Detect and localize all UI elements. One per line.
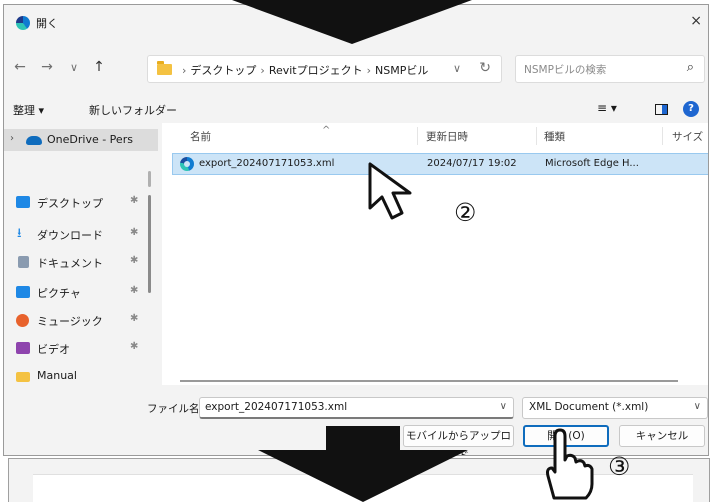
window-title: 開く bbox=[36, 17, 58, 30]
filetype-select[interactable]: XML Document (*.xml) ∨ bbox=[522, 397, 708, 419]
sidebar-item-label: デスクトップ bbox=[37, 197, 103, 210]
chevron-right-icon[interactable]: › bbox=[10, 133, 14, 144]
sort-ascending-icon: ^ bbox=[322, 125, 331, 136]
column-divider[interactable] bbox=[417, 127, 418, 145]
sidebar-item-label: OneDrive - Pers bbox=[47, 133, 133, 146]
pin-icon: ✱ bbox=[130, 195, 139, 206]
open-file-dialog: 開く × ← → ∨ ↑ › デスクトップ › Revitプロジェクト › NSMPビル … bbox=[3, 4, 709, 456]
pin-icon: ✱ bbox=[130, 227, 139, 238]
download-icon: ⭳ bbox=[17, 226, 22, 241]
breadcrumb: › デスクトップ › Revitプロジェクト › NSMPビル bbox=[178, 62, 428, 78]
sidebar-item-label: ビデオ bbox=[37, 343, 70, 356]
horizontal-scrollbar[interactable] bbox=[180, 380, 678, 382]
picture-icon bbox=[16, 286, 30, 298]
search-input[interactable]: NSMPビルの検索 ⌕ bbox=[515, 55, 705, 83]
column-header-name[interactable]: 名前 ^ bbox=[190, 125, 330, 144]
table-row[interactable]: export_202407171053.xml 2024/07/17 19:02… bbox=[172, 153, 708, 175]
chevron-down-icon[interactable]: ∨ bbox=[453, 62, 461, 75]
organize-button[interactable]: 整理 ▾ bbox=[13, 102, 44, 118]
filename-value: export_202407171053.xml bbox=[205, 401, 348, 413]
close-icon[interactable]: × bbox=[690, 13, 702, 29]
step-marker: ② bbox=[454, 198, 477, 227]
sidebar-item-label: ダウンロード bbox=[37, 229, 103, 242]
chevron-down-icon[interactable]: ∨ bbox=[500, 401, 507, 412]
edge-app-icon bbox=[16, 16, 30, 30]
sidebar-item-desktop[interactable]: デスクトップ ✱ bbox=[4, 191, 158, 213]
sidebar-item-videos[interactable]: ビデオ ✱ bbox=[4, 337, 158, 359]
sidebar-item-onedrive[interactable]: › OneDrive - Pers bbox=[4, 129, 158, 151]
sidebar-scrollbar-top[interactable] bbox=[148, 171, 151, 187]
address-bar[interactable]: › デスクトップ › Revitプロジェクト › NSMPビル ∨ ↻ bbox=[147, 55, 502, 83]
column-divider[interactable] bbox=[662, 127, 663, 145]
navigation-pane: › OneDrive - Pers デスクトップ ✱ ⭳ ダウンロード ✱ ドキ… bbox=[4, 125, 158, 383]
up-arrow-icon[interactable]: ↑ bbox=[89, 59, 109, 75]
sidebar-item-documents[interactable]: ドキュメント ✱ bbox=[4, 251, 158, 273]
onedrive-cloud-icon bbox=[26, 136, 42, 145]
breadcrumb-nsmp-building[interactable]: NSMPビル bbox=[375, 64, 428, 77]
column-header-size[interactable]: サイズ bbox=[672, 129, 703, 144]
sidebar-item-downloads[interactable]: ⭳ ダウンロード ✱ bbox=[4, 223, 158, 245]
preview-pane-icon[interactable] bbox=[655, 104, 668, 115]
step-down-arrow-icon bbox=[258, 426, 468, 502]
pin-icon: ✱ bbox=[130, 313, 139, 324]
refresh-icon[interactable]: ↻ bbox=[479, 60, 491, 76]
pin-icon: ✱ bbox=[130, 255, 139, 266]
file-list: 名前 ^ 更新日時 種類 サイズ export_202407171053.xml … bbox=[162, 123, 708, 385]
pin-icon: ✱ bbox=[130, 285, 139, 296]
sidebar-scrollbar[interactable] bbox=[148, 195, 151, 293]
breadcrumb-revit-project[interactable]: Revitプロジェクト bbox=[269, 64, 363, 77]
hand-pointer-icon bbox=[546, 428, 594, 500]
breadcrumb-separator: › bbox=[260, 64, 265, 77]
navigation-bar: ← → ∨ ↑ › デスクトップ › Revitプロジェクト › NSMPビル ∨ ↻ N… bbox=[4, 51, 708, 87]
search-icon[interactable]: ⌕ bbox=[687, 60, 694, 75]
video-icon bbox=[16, 342, 30, 354]
filename-field[interactable]: export_202407171053.xml ∨ bbox=[199, 397, 514, 419]
help-icon[interactable]: ? bbox=[683, 101, 699, 117]
new-folder-button[interactable]: 新しいフォルダー bbox=[89, 102, 177, 118]
document-icon bbox=[18, 256, 29, 268]
back-arrow-icon[interactable]: ← bbox=[10, 59, 30, 75]
column-header-type[interactable]: 種類 bbox=[544, 129, 565, 144]
filetype-value: XML Document (*.xml) bbox=[529, 401, 649, 413]
sidebar-item-pictures[interactable]: ピクチャ ✱ bbox=[4, 281, 158, 303]
breadcrumb-separator: › bbox=[182, 64, 187, 77]
pin-icon: ✱ bbox=[130, 341, 139, 352]
column-header-modified[interactable]: 更新日時 bbox=[426, 129, 468, 144]
sidebar-item-label: ドキュメント bbox=[37, 257, 103, 270]
breadcrumb-separator: › bbox=[366, 64, 372, 77]
sidebar-item-manual[interactable]: Manual bbox=[4, 365, 158, 383]
sidebar-item-label: ピクチャ bbox=[37, 287, 81, 300]
column-divider[interactable] bbox=[536, 127, 537, 145]
step-down-arrow-icon bbox=[232, 0, 472, 44]
chevron-down-icon[interactable]: ∨ bbox=[694, 401, 701, 412]
file-type: Microsoft Edge H... bbox=[545, 158, 639, 169]
search-placeholder: NSMPビルの検索 bbox=[524, 64, 607, 76]
command-bar: 整理 ▾ 新しいフォルダー ≡ ▾ ? bbox=[4, 97, 708, 123]
sidebar-item-label: ミュージック bbox=[37, 315, 103, 328]
forward-arrow-icon[interactable]: → bbox=[37, 59, 57, 75]
recent-locations-icon[interactable]: ∨ bbox=[64, 61, 84, 74]
cancel-button[interactable]: キャンセル bbox=[619, 425, 705, 447]
breadcrumb-desktop[interactable]: デスクトップ bbox=[190, 64, 256, 77]
view-options-button[interactable]: ≡ ▾ bbox=[597, 101, 617, 115]
mouse-pointer-icon bbox=[368, 162, 412, 220]
music-icon bbox=[16, 314, 29, 327]
sidebar-item-label: Manual bbox=[37, 369, 77, 382]
step-marker: ③ bbox=[608, 452, 631, 481]
file-name: export_202407171053.xml bbox=[199, 158, 335, 169]
column-header-label: 名前 bbox=[190, 131, 211, 143]
folder-icon bbox=[16, 372, 30, 382]
edge-file-icon bbox=[180, 157, 194, 171]
sidebar-item-music[interactable]: ミュージック ✱ bbox=[4, 309, 158, 331]
desktop-icon bbox=[16, 196, 30, 208]
file-modified: 2024/07/17 19:02 bbox=[427, 158, 517, 169]
folder-icon bbox=[157, 61, 172, 75]
